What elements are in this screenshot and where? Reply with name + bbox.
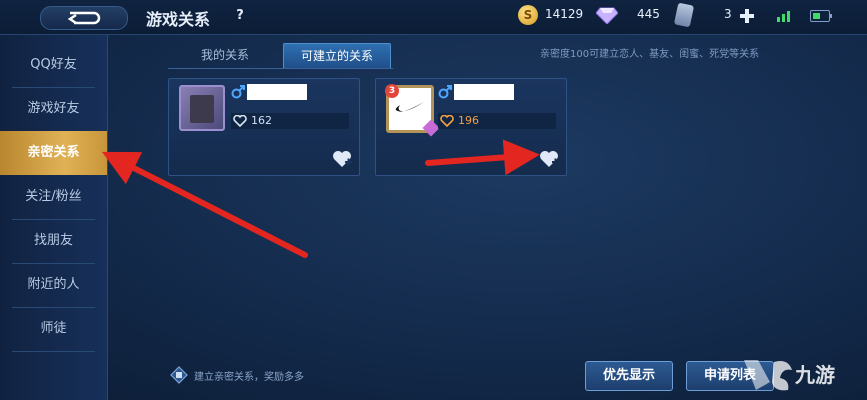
annotation-arrows — [101, 139, 540, 258]
gold-amount: 14129 — [545, 7, 584, 21]
page-title: 游戏关系 — [146, 10, 211, 29]
intimacy-hint: 亲密度100可建立恋人、基友、闺蜜、死党等关系 — [540, 49, 760, 60]
battery-icon — [810, 10, 832, 22]
sidebar: QQ好友 游戏好友 亲密关系 关注/粉丝 找朋友 附近的人 师徒 — [0, 35, 108, 400]
sidebar-item-intimate-relations[interactable]: 亲密关系 — [0, 131, 107, 175]
intimacy-value: 162 — [251, 114, 272, 127]
diamond-amount: 445 — [637, 7, 660, 21]
nike-logo-icon — [395, 102, 424, 112]
watermark-text: 九游 — [795, 363, 835, 387]
top-bar: 游戏关系 ? S 14129 445 3 — [0, 0, 867, 35]
rank-badge: 3 — [385, 84, 399, 98]
relation-card[interactable]: 162 — [168, 78, 360, 176]
sidebar-item-game-friends[interactable]: 游戏好友 — [0, 87, 107, 131]
player-name — [247, 84, 307, 100]
gold-coin-icon: S — [518, 5, 538, 25]
heart-icon — [233, 115, 247, 127]
male-icon — [231, 85, 245, 99]
ticket-icon — [673, 2, 695, 28]
star-badge-icon — [422, 119, 440, 137]
help-button[interactable]: ? — [232, 8, 248, 24]
diamond-icon — [596, 7, 618, 24]
reward-tip: 建立亲密关系，奖励多多 — [194, 372, 304, 383]
signal-icon — [777, 11, 790, 22]
intimacy-bar — [231, 113, 349, 129]
relation-card[interactable]: 3 196 — [375, 78, 567, 176]
priority-display-button[interactable]: 优先显示 — [585, 361, 673, 391]
intimacy-bar — [438, 113, 556, 129]
sidebar-item-find-friends[interactable]: 找朋友 — [0, 219, 107, 263]
divider — [12, 351, 95, 352]
relation-tip-icon — [170, 366, 188, 384]
add-ticket-button[interactable] — [740, 9, 754, 23]
sidebar-item-qq-friends[interactable]: QQ好友 — [0, 43, 107, 87]
back-button[interactable] — [40, 6, 128, 30]
sidebar-item-mentorship[interactable]: 师徒 — [0, 307, 107, 351]
sidebar-item-follow-fans[interactable]: 关注/粉丝 — [0, 175, 107, 219]
avatar[interactable] — [179, 85, 225, 131]
add-relation-button[interactable] — [538, 149, 560, 169]
tab-buildable-relations[interactable]: 可建立的关系 — [283, 43, 391, 69]
tab-my-relations[interactable]: 我的关系 — [170, 43, 280, 67]
intimacy-value: 196 — [458, 114, 479, 127]
player-name — [454, 84, 514, 100]
male-icon — [438, 85, 452, 99]
back-arrow-icon — [67, 11, 101, 25]
avatar[interactable]: 3 — [385, 84, 440, 137]
tab-underline — [168, 68, 393, 69]
sidebar-item-nearby[interactable]: 附近的人 — [0, 263, 107, 307]
ticket-amount: 3 — [724, 7, 732, 21]
add-relation-button[interactable] — [331, 149, 353, 169]
heart-icon — [440, 115, 454, 127]
